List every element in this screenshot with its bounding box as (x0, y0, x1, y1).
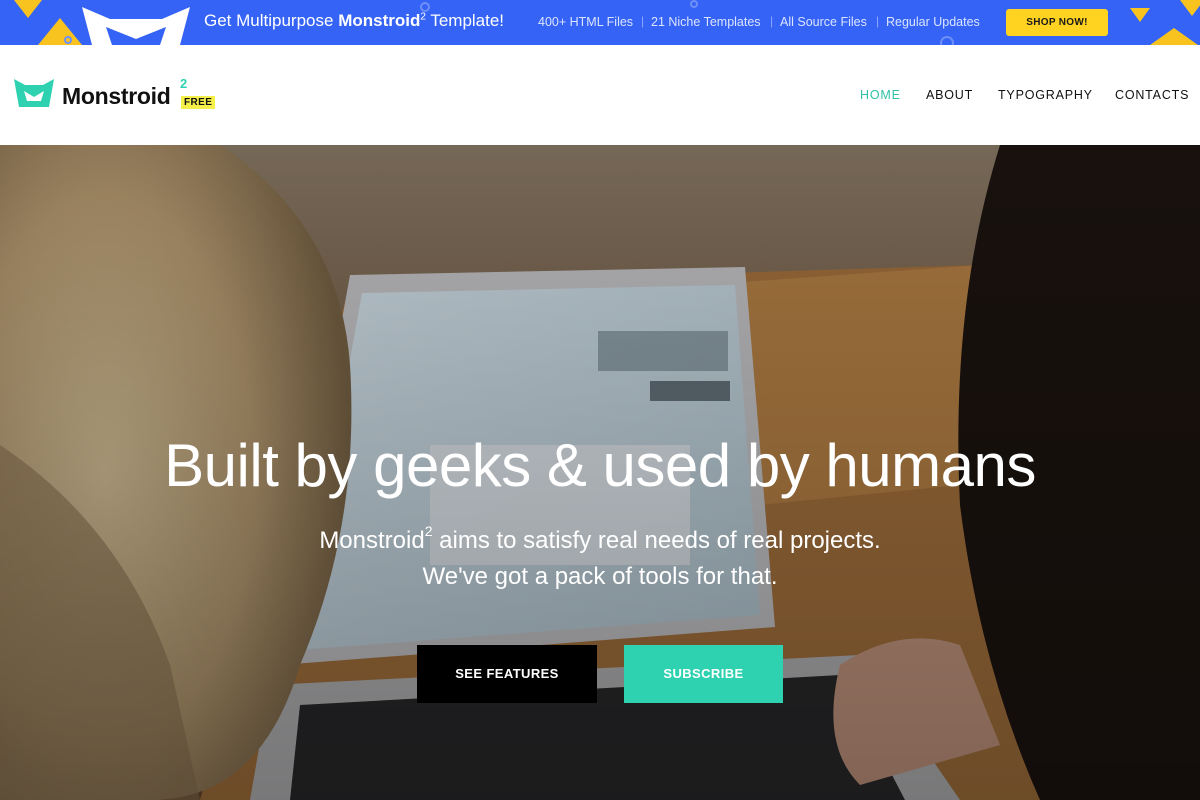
triangle-decoration (14, 0, 42, 18)
nav-contacts[interactable]: CONTACTS (1115, 88, 1189, 102)
promo-headline-brand: Monstroid (338, 11, 421, 30)
subscribe-button[interactable]: SUBSCRIBE (624, 645, 783, 703)
nav-home[interactable]: HOME (860, 88, 901, 102)
triangle-decoration (1130, 8, 1150, 22)
promo-feature-updates: Regular Updates (886, 15, 980, 29)
promo-banner[interactable]: Get Multipurpose Monstroid2 Template! 40… (0, 0, 1200, 45)
promo-headline: Get Multipurpose Monstroid2 Template! (204, 11, 504, 31)
promo-feature-source-files: All Source Files (780, 15, 867, 29)
site-header: Monstroid 2 FREE HOME ABOUT TYPOGRAPHY C… (0, 45, 1200, 145)
ring-decoration (64, 36, 72, 44)
promo-separator: | (876, 14, 880, 28)
hero-subtitle-brand: Monstroid (319, 527, 425, 554)
hero-subtitle-line1: Monstroid2 aims to satisfy real needs of… (0, 523, 1200, 555)
hero-subtitle-rest: aims to satisfy real needs of real proje… (432, 527, 881, 554)
ring-decoration (690, 0, 698, 8)
logo-superscript: 2 (180, 76, 188, 91)
triangle-decoration (1180, 0, 1200, 16)
logo-free-badge: FREE (181, 96, 216, 109)
logo-name[interactable]: Monstroid (62, 83, 171, 110)
promo-feature-html-files: 400+ HTML Files (538, 15, 634, 29)
ring-decoration (940, 36, 954, 45)
triangle-decoration (1150, 28, 1198, 45)
promo-headline-prefix: Get Multipurpose (204, 11, 339, 30)
triangle-decoration (38, 18, 82, 45)
shop-now-button[interactable]: SHOP NOW! (1006, 9, 1108, 36)
promo-separator: | (770, 14, 774, 28)
promo-feature-niche-templates: 21 Niche Templates (651, 15, 761, 29)
hero-subtitle-line2: We've got a pack of tools for that. (422, 563, 778, 590)
promo-separator: | (641, 14, 645, 28)
see-features-button[interactable]: SEE FEATURES (417, 645, 597, 703)
nav-about[interactable]: ABOUT (926, 88, 973, 102)
hero-section: Built by geeks & used by humans Monstroi… (0, 145, 1200, 800)
nav-typography[interactable]: TYPOGRAPHY (998, 88, 1093, 102)
monstroid-mask-icon (82, 7, 190, 45)
monstroid-logo-icon[interactable] (14, 77, 54, 107)
promo-headline-suffix: Template! (425, 11, 505, 30)
hero-title: Built by geeks & used by humans (164, 432, 1036, 499)
